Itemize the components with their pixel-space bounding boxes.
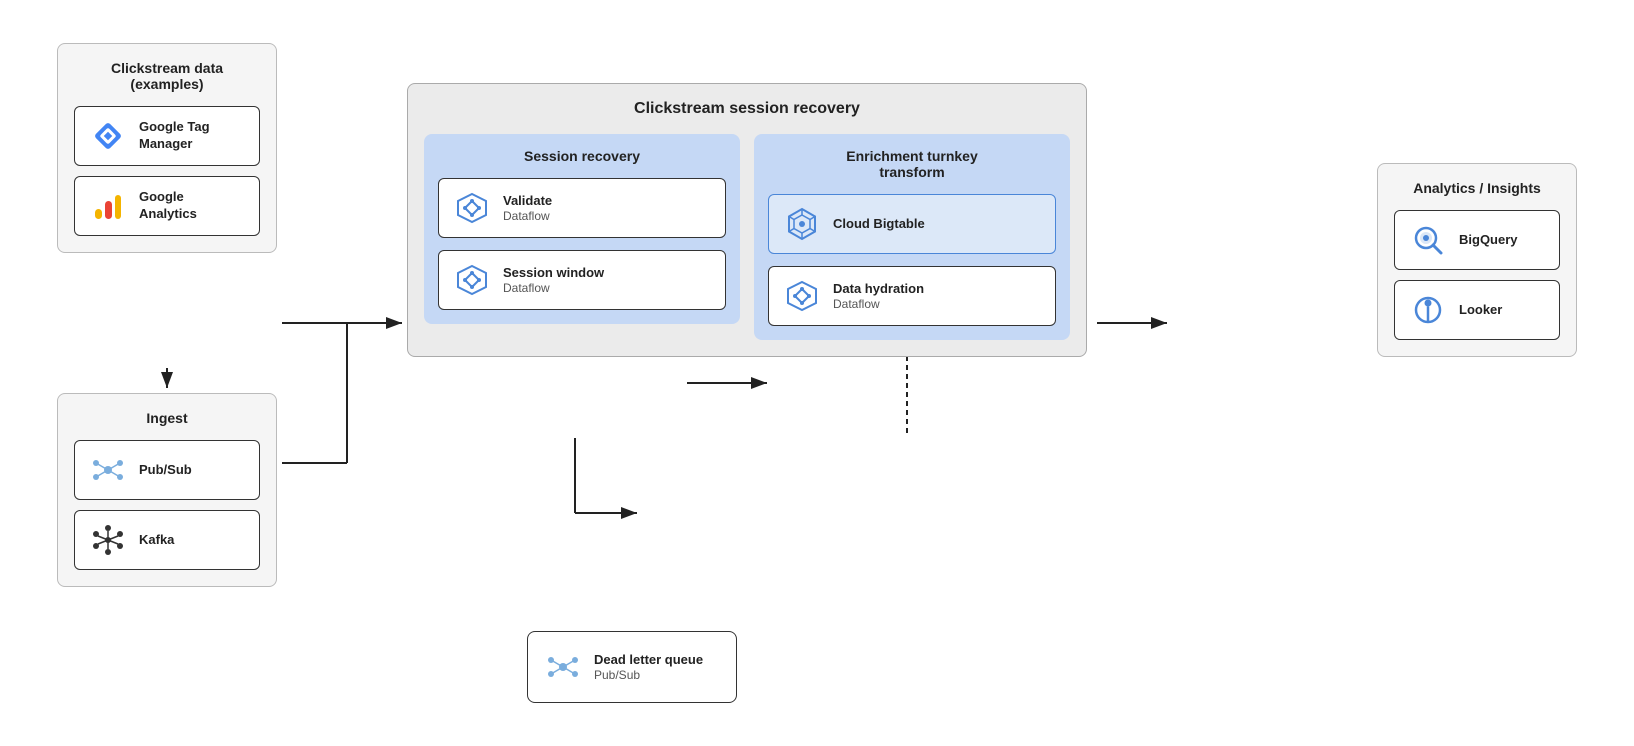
session-recovery-outer-title: Clickstream session recovery	[424, 100, 1070, 118]
pubsub-label: Pub/Sub	[139, 462, 192, 479]
looker-label: Looker	[1459, 302, 1502, 319]
gtm-item: Google TagManager	[74, 106, 260, 166]
dataflow-validate-icon	[453, 189, 491, 227]
dead-letter-box: Dead letter queue Pub/Sub	[527, 631, 737, 703]
ingest-title: Ingest	[74, 410, 260, 426]
dead-letter-label: Dead letter queue Pub/Sub	[594, 652, 703, 683]
session-recovery-inner: Session recovery	[424, 134, 740, 324]
ingest-items: Pub/Sub	[74, 440, 260, 570]
data-hydration-label: Data hydration Dataflow	[833, 281, 924, 312]
bigquery-icon	[1409, 221, 1447, 259]
analytics-title: Analytics / Insights	[1394, 180, 1560, 196]
clickstream-box: Clickstream data (examples) Google TagMa…	[57, 43, 277, 253]
session-recovery-title: Session recovery	[438, 148, 726, 164]
dataflow-session-icon	[453, 261, 491, 299]
bigtable-label: Cloud Bigtable	[833, 216, 925, 233]
ga-icon	[89, 187, 127, 225]
gtm-label: Google TagManager	[139, 119, 210, 153]
enrichment-title: Enrichment turnkey transform	[768, 148, 1056, 180]
bigtable-item: Cloud Bigtable	[768, 194, 1056, 254]
bigquery-label: BigQuery	[1459, 232, 1518, 249]
clickstream-items: Google TagManager GoogleAnalytics	[74, 106, 260, 236]
kafka-item: Kafka	[74, 510, 260, 570]
dataflow-hydration-icon	[783, 277, 821, 315]
clickstream-title: Clickstream data (examples)	[74, 60, 260, 92]
enrichment-inner: Enrichment turnkey transform	[754, 134, 1070, 340]
session-window-label: Session window Dataflow	[503, 265, 604, 296]
looker-item: Looker	[1394, 280, 1560, 340]
looker-icon	[1409, 291, 1447, 329]
ga-label: GoogleAnalytics	[139, 189, 197, 223]
ingest-box: Ingest	[57, 393, 277, 587]
dead-letter-item: Dead letter queue Pub/Sub	[544, 648, 720, 686]
session-recovery-outer: Clickstream session recovery Session rec…	[407, 83, 1087, 357]
pubsub-icon	[89, 451, 127, 489]
ga-item: GoogleAnalytics	[74, 176, 260, 236]
analytics-box: Analytics / Insights BigQuery	[1377, 163, 1577, 357]
kafka-label: Kafka	[139, 532, 174, 549]
gtm-icon	[89, 117, 127, 155]
bigtable-icon	[783, 205, 821, 243]
pubsub-item: Pub/Sub	[74, 440, 260, 500]
analytics-items: BigQuery Looker	[1394, 210, 1560, 340]
kafka-icon	[89, 521, 127, 559]
data-hydration-item: Data hydration Dataflow	[768, 266, 1056, 326]
diagram-container: Clickstream data (examples) Google TagMa…	[37, 23, 1597, 723]
dead-letter-icon	[544, 648, 582, 686]
validate-label: Validate Dataflow	[503, 193, 552, 224]
bigquery-item: BigQuery	[1394, 210, 1560, 270]
session-window-item: Session window Dataflow	[438, 250, 726, 310]
validate-item: Validate Dataflow	[438, 178, 726, 238]
